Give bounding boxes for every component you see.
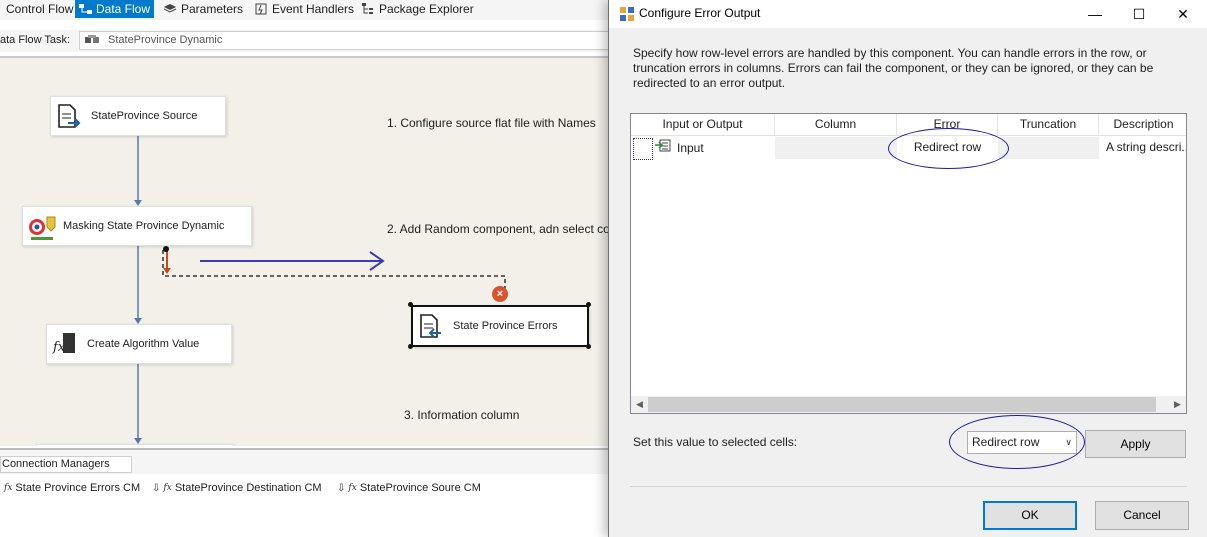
selection-handle[interactable] <box>408 302 413 307</box>
minimize-icon: — <box>1088 6 1102 22</box>
note-step-2: 2. Add Random component, adn select co <box>387 222 610 236</box>
set-value-selected: Redirect row <box>972 435 1040 449</box>
tab-event-handlers-label: Event Handlers <box>272 2 355 16</box>
task-icon <box>85 35 101 46</box>
input-icon <box>655 138 671 159</box>
connection-manager-item[interactable]: ⇩ fx StateProvince Soure CM <box>337 482 481 494</box>
package-explorer-icon <box>362 3 375 15</box>
data-masking-icon <box>27 213 56 240</box>
tab-parameters-label: Parameters <box>181 2 244 16</box>
tab-control-flow-label: Control Flow <box>6 2 74 16</box>
column-header[interactable]: Truncation <box>998 114 1099 136</box>
tab-parameters[interactable]: Parameters <box>160 0 247 18</box>
table-row[interactable]: Input Redirect row A string descri... <box>631 137 1187 159</box>
chevron-down-icon: ∨ <box>1065 437 1072 447</box>
flat-file-source-icon <box>55 103 81 129</box>
tab-control-flow[interactable]: Control Flow <box>2 0 77 18</box>
column-cell[interactable] <box>775 137 897 159</box>
fx-icon: fx <box>4 483 13 493</box>
connection-manager-label: StateProvince Soure CM <box>359 482 481 494</box>
truncation-cell[interactable] <box>998 137 1099 159</box>
input-label: Input <box>677 140 704 155</box>
parameters-icon <box>163 3 177 15</box>
masking-component-label: Masking State Province Dynamic <box>63 220 225 232</box>
flat-file-destination-icon <box>417 313 443 339</box>
minimize-button[interactable]: — <box>1073 0 1117 28</box>
error-output-handle[interactable] <box>163 246 169 252</box>
connection-manager-label: State Province Errors CM <box>15 482 141 494</box>
tab-package-explorer[interactable]: Package Explorer <box>358 0 478 18</box>
horizontal-scrollbar[interactable]: ◀ ▶ <box>631 396 1186 413</box>
dialog-titlebar[interactable]: Configure Error Output — ☐ ✕ <box>609 0 1207 28</box>
set-value-label: Set this value to selected cells: <box>633 435 798 449</box>
dialog-title: Configure Error Output <box>639 6 761 20</box>
note-step-3: 3. Information column <box>404 408 520 422</box>
source-component[interactable]: StateProvince Source <box>50 96 226 136</box>
configure-error-output-dialog: Configure Error Output — ☐ ✕ Specify how… <box>608 0 1207 537</box>
design-canvas[interactable]: StateProvince Source Masking State Provi… <box>0 56 620 446</box>
connection-managers-panel: Connection Managers fx State Province Er… <box>0 448 620 537</box>
connection-managers-tab[interactable]: Connection Managers <box>0 456 132 473</box>
close-button[interactable]: ✕ <box>1161 0 1205 28</box>
set-value-select[interactable]: Redirect row ∨ <box>967 431 1077 454</box>
next-component-partial[interactable] <box>36 444 234 446</box>
tab-data-flow-label: Data Flow <box>96 2 151 16</box>
connection-managers-list: fx State Province Errors CM ⇩ fx StatePr… <box>0 474 620 537</box>
event-handlers-icon <box>255 3 268 15</box>
ok-button[interactable]: OK <box>983 501 1077 530</box>
data-flow-task-label: ata Flow Task: <box>0 34 71 46</box>
svg-text:fx: fx <box>52 340 66 355</box>
connection-manager-item[interactable]: fx State Province Errors CM <box>4 482 140 494</box>
ssis-component-icon <box>619 6 635 22</box>
apply-button[interactable]: Apply <box>1085 430 1186 458</box>
column-header[interactable]: Input or Output <box>631 114 775 136</box>
connection-manager-item[interactable]: ⇩ fx StateProvince Destination CM <box>152 482 322 494</box>
tab-event-handlers[interactable]: Event Handlers <box>251 0 358 18</box>
selection-handle[interactable] <box>586 344 591 349</box>
scrollbar-thumb[interactable] <box>648 397 1156 412</box>
data-flow-task-combo[interactable]: StateProvince Dynamic <box>79 31 619 50</box>
cancel-button[interactable]: Cancel <box>1095 501 1189 530</box>
grid-header: Input or Output Column Error Truncation … <box>631 114 1186 136</box>
description-cell: A string descri... <box>1106 140 1187 154</box>
note-step-1: 1. Configure source flat file with Names <box>387 116 596 130</box>
derived-column-icon: fx <box>51 331 77 357</box>
scroll-left-icon[interactable]: ◀ <box>631 396 648 413</box>
data-flow-task-value: StateProvince Dynamic <box>108 34 223 46</box>
error-output-grid[interactable]: Input or Output Column Error Truncation … <box>630 113 1187 414</box>
divider <box>630 486 1187 487</box>
error-badge-icon: × <box>492 286 508 302</box>
fx-icon: fx <box>348 483 357 493</box>
tab-data-flow[interactable]: Data Flow <box>75 0 155 18</box>
error-destination-label: State Province Errors <box>453 320 558 332</box>
designer-tab-bar: Control Flow Data Flow Parameters Event … <box>0 0 620 20</box>
dialog-description: Specify how row-level errors are handled… <box>633 46 1154 90</box>
column-header[interactable]: Column <box>775 114 897 136</box>
source-component-label: StateProvince Source <box>91 110 198 122</box>
scroll-right-icon[interactable]: ▶ <box>1169 396 1186 413</box>
connection-manager-label: StateProvince Destination CM <box>174 482 322 494</box>
column-header[interactable]: Error <box>897 114 998 136</box>
selection-handle[interactable] <box>408 344 413 349</box>
connection-managers-tab-label: Connection Managers <box>2 458 110 470</box>
data-flow-icon <box>79 3 92 15</box>
column-header[interactable]: Description <box>1099 114 1186 136</box>
maximize-icon: ☐ <box>1132 5 1146 22</box>
fx-icon: fx <box>163 483 172 493</box>
pin-icon: ⇩ <box>152 482 161 494</box>
selection-handle[interactable] <box>586 302 591 307</box>
data-flow-task-bar: ata Flow Task: StateProvince Dynamic <box>0 30 620 52</box>
close-icon: ✕ <box>1177 5 1189 22</box>
pin-icon: ⇩ <box>337 482 346 494</box>
error-destination-component[interactable]: State Province Errors <box>411 305 589 347</box>
algorithm-component[interactable]: fx Create Algorithm Value <box>46 324 232 364</box>
tab-package-explorer-label: Package Explorer <box>379 2 474 16</box>
row-focus-indicator <box>633 138 653 160</box>
maximize-button[interactable]: ☐ <box>1117 0 1161 28</box>
masking-component[interactable]: Masking State Province Dynamic <box>22 206 252 246</box>
algorithm-component-label: Create Algorithm Value <box>87 338 200 350</box>
error-cell[interactable]: Redirect row <box>897 137 998 159</box>
